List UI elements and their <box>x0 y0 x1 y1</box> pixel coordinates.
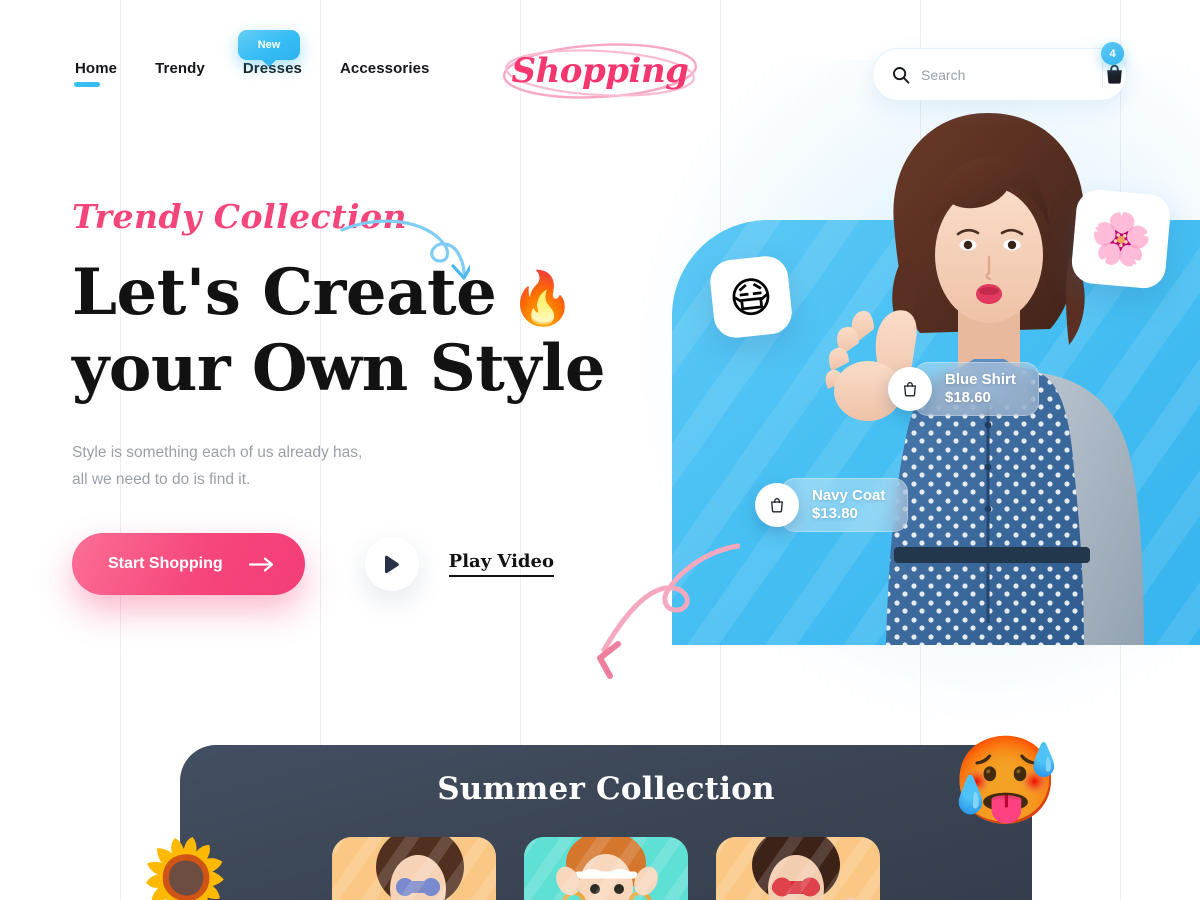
hero-subtext-line-2: all we need to do is find it. <box>72 470 251 488</box>
product-name-blue-shirt: Blue Shirt <box>945 370 1016 388</box>
woman-red-sunglasses-photo <box>716 837 880 900</box>
summer-thumb-1[interactable] <box>332 837 496 900</box>
hero-headline: Let's Create 🔥 your Own Style <box>72 255 632 406</box>
product-card-blue-shirt[interactable]: Blue Shirt $18.60 <box>888 362 1039 416</box>
sunflower-emoji: 🌻 <box>128 834 243 900</box>
landing-page: Home Trendy Dresses Accessories New Shop… <box>0 0 1200 900</box>
summer-thumbnail-row <box>180 837 1032 900</box>
woman-blue-sunglasses-photo <box>332 837 496 900</box>
new-badge-label: New <box>257 39 281 51</box>
cart-count-value: 4 <box>1109 47 1116 60</box>
nav-links: Home Trendy Dresses Accessories <box>72 60 432 87</box>
product-card-navy-coat[interactable]: Navy Coat $13.80 <box>755 478 909 532</box>
product-bag-icon-navy-coat <box>755 483 799 527</box>
start-shopping-button[interactable]: Start Shopping <box>72 533 305 596</box>
nav-item-trendy-label: Trendy <box>155 60 205 77</box>
woman-white-sunglasses-photo <box>524 837 688 900</box>
mask-face-emoji: 😷 <box>726 270 776 324</box>
mask-face-emoji-sticker: 😷 <box>708 254 794 340</box>
search-input[interactable] <box>921 66 1102 83</box>
hero-eyebrow: Trendy Collection <box>72 197 407 236</box>
cart-button[interactable]: 4 <box>1101 42 1126 101</box>
product-name-navy-coat: Navy Coat <box>812 486 886 504</box>
search-bar[interactable]: 4 <box>872 42 1127 101</box>
nav-item-home-label: Home <box>75 60 118 77</box>
hero-headline-text-1: Let's Create <box>72 255 497 330</box>
hero-subtext: Style is something each of us already ha… <box>72 440 632 493</box>
arrow-right-icon <box>248 557 273 572</box>
cherry-blossom-emoji: 🌸 <box>1087 206 1155 271</box>
hot-face-emoji: 🥵 <box>952 731 1060 831</box>
product-bag-icon-blue-shirt <box>888 367 932 411</box>
nav-item-accessories[interactable]: Accessories <box>337 60 433 87</box>
product-price-navy-coat: $13.80 <box>812 505 858 522</box>
navbar: Home Trendy Dresses Accessories New Shop… <box>0 0 1200 120</box>
product-info-navy-coat: Navy Coat $13.80 <box>781 478 909 532</box>
play-video-group[interactable]: Play Video <box>364 537 554 592</box>
summer-collection-title: Summer Collection <box>437 771 775 807</box>
new-badge: New <box>238 30 300 60</box>
play-icon <box>385 555 400 574</box>
summer-thumb-3[interactable] <box>716 837 880 900</box>
brand-logo[interactable]: Shopping <box>495 38 705 104</box>
cherry-blossom-emoji-sticker: 🌸 <box>1070 188 1172 290</box>
product-info-blue-shirt: Blue Shirt $18.60 <box>914 362 1039 416</box>
fire-emoji: 🔥 <box>510 269 575 329</box>
product-price-blue-shirt: $18.60 <box>945 389 991 406</box>
cart-count-badge: 4 <box>1101 42 1124 65</box>
summer-collection-panel: Summer Collection <box>180 745 1032 900</box>
hero-cta-row: Start Shopping Play Video <box>72 533 632 596</box>
nav-item-trendy[interactable]: Trendy <box>152 60 208 87</box>
hero-visual: Blue Shirt $18.60 Navy Coat $13.80 <box>672 105 1200 645</box>
play-video-button[interactable] <box>364 537 419 592</box>
summer-thumb-2[interactable] <box>524 837 688 900</box>
shopping-bag-icon <box>1106 64 1122 84</box>
play-video-label[interactable]: Play Video <box>448 551 554 578</box>
nav-item-accessories-label: Accessories <box>339 60 430 77</box>
search-icon <box>892 66 910 84</box>
hero-copy: Trendy Collection Let's Create 🔥 your Own… <box>72 197 632 596</box>
hero-subtext-line-1: Style is something each of us already ha… <box>72 444 363 462</box>
start-shopping-label: Start Shopping <box>108 555 223 573</box>
nav-item-home[interactable]: Home <box>72 60 120 87</box>
brand-name: Shopping <box>511 51 689 91</box>
hero-headline-line-2: your Own Style <box>72 330 606 406</box>
hero-headline-line-1: Let's Create 🔥 <box>72 255 632 331</box>
